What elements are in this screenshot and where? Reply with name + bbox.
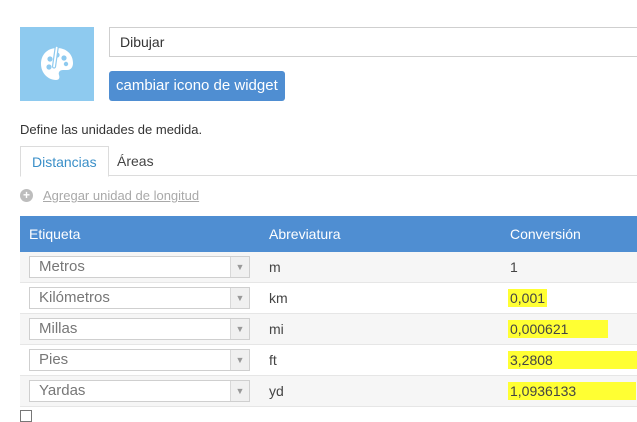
unit-abbreviation: m [260,252,501,283]
unit-abbreviation: yd [260,375,501,407]
unit-label-value: Yardas [39,382,86,399]
tab-distancias[interactable]: Distancias [20,146,109,177]
plus-circle-icon: + [20,189,33,202]
unit-conversion-value: 0,000621 [508,320,609,338]
unit-label-select[interactable]: Metros ▼ [29,256,250,278]
table-row: Pies ▼ ft 3,2808 [20,344,637,376]
widget-icon-preview [20,27,94,101]
add-length-unit-label: Agregar unidad de longitud [43,188,200,203]
unit-abbreviation: ft [260,344,501,376]
units-table: Etiqueta Abreviatura Conversión Metros ▼ … [20,216,637,407]
table-row: Kilómetros ▼ km 0,001 [20,282,637,314]
unit-conversion-value: 0,001 [508,289,548,307]
unit-conversion: 0,000621 [501,313,637,345]
unit-label-select[interactable]: Millas ▼ [29,318,250,340]
unit-label-value: Kilómetros [39,289,110,306]
table-row: Millas ▼ mi 0,000621 [20,313,637,345]
unit-abbreviation: km [260,282,501,314]
unit-conversion-value: 1,0936133 [508,382,637,400]
units-tabs: Distancias Áreas [20,146,637,177]
header-conversion: Conversión [501,216,637,252]
table-row: Metros ▼ m 1 [20,252,637,283]
header-label: Etiqueta [20,216,260,252]
unit-label-select[interactable]: Kilómetros ▼ [29,287,250,309]
table-header-row: Etiqueta Abreviatura Conversión [20,216,637,252]
unit-conversion-value: 1 [510,259,518,275]
define-units-text: Define las unidades de medida. [20,122,203,137]
unit-label-select[interactable]: Yardas ▼ [29,380,250,402]
header-abbreviation: Abreviatura [260,216,501,252]
unit-conversion: 0,001 [501,282,637,314]
unit-label-value: Metros [39,258,85,275]
unit-label-select[interactable]: Pies ▼ [29,349,250,371]
unit-conversion-value: 3,2808 [508,351,637,369]
palette-icon [41,45,73,80]
chevron-down-icon[interactable]: ▼ [230,319,249,339]
widget-name-input[interactable] [109,27,637,57]
unit-abbreviation: mi [260,313,501,345]
chevron-down-icon[interactable]: ▼ [230,288,249,308]
tab-areas[interactable]: Áreas [106,146,165,176]
chevron-down-icon[interactable]: ▼ [230,350,249,370]
unit-label-value: Millas [39,320,78,337]
chevron-down-icon[interactable]: ▼ [230,381,249,401]
unit-label-value: Pies [39,351,69,368]
unit-conversion: 3,2808 [501,344,637,376]
bottom-option-row [20,410,40,422]
table-row: Yardas ▼ yd 1,0936133 [20,375,637,407]
chevron-down-icon[interactable]: ▼ [230,257,249,277]
option-checkbox[interactable] [20,410,32,422]
add-length-unit-link[interactable]: + Agregar unidad de longitud [20,188,199,203]
unit-conversion: 1 [501,252,637,283]
change-widget-icon-button[interactable]: cambiar icono de widget [109,71,285,101]
unit-conversion: 1,0936133 [501,375,637,407]
